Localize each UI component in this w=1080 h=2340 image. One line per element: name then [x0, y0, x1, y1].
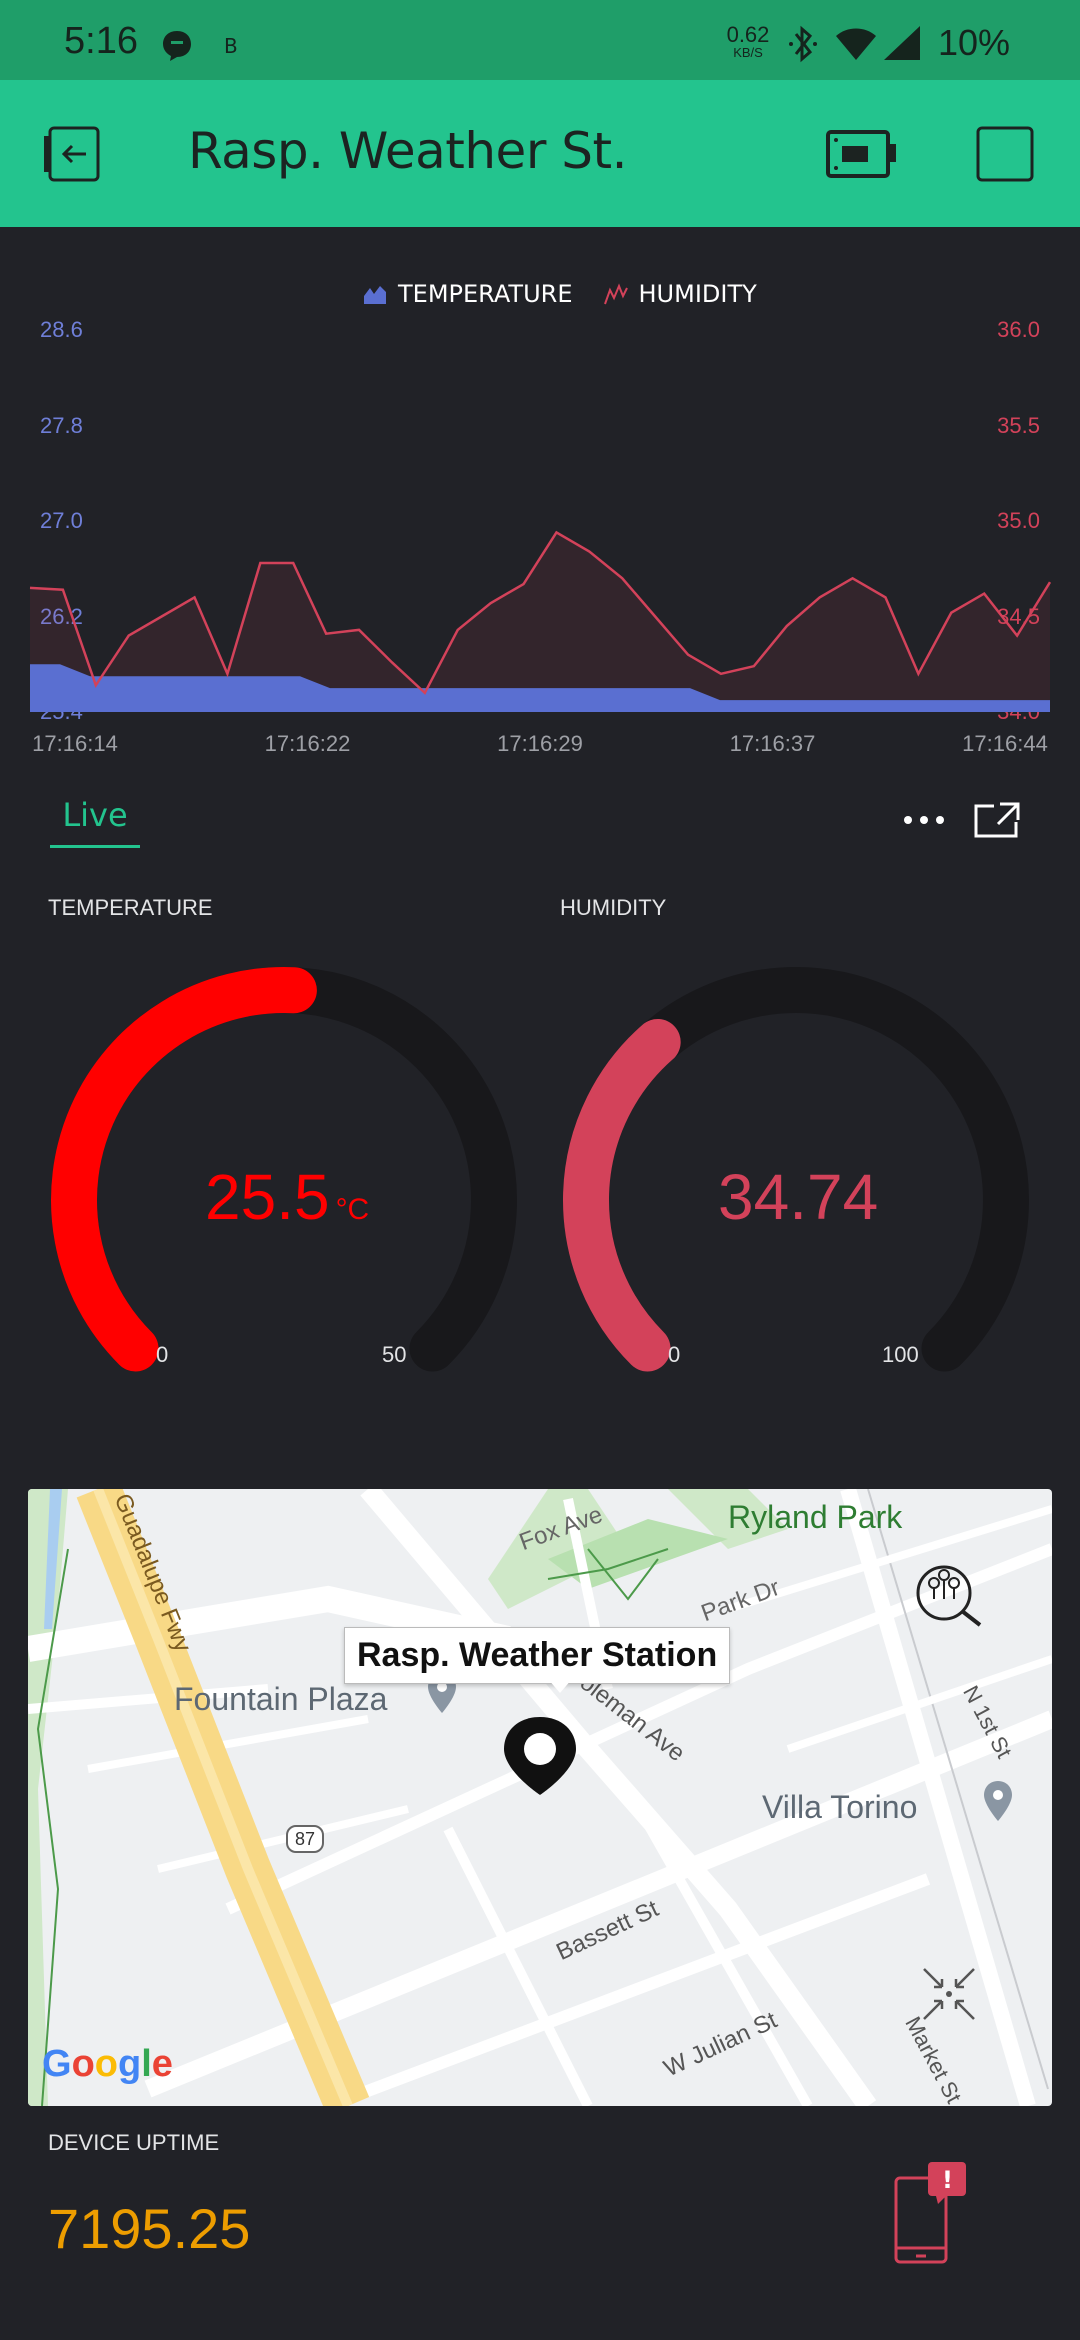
svg-text:!: ! — [942, 2166, 953, 2194]
cell-signal-icon — [884, 26, 920, 60]
chat-bubble-icon — [163, 31, 191, 61]
open-external-icon[interactable] — [972, 800, 1022, 840]
map-label-fountain-plaza: Fountain Plaza — [174, 1681, 388, 1717]
phone-notification-icon[interactable]: ! — [890, 2160, 970, 2270]
battery-level: 10% — [938, 22, 1011, 63]
svg-text:B: B — [224, 34, 238, 58]
route-87-shield: 87 — [286, 1825, 324, 1853]
map-label-ryland-park: Ryland Park — [728, 1499, 903, 1535]
status-bar: 5:16 B 0.62 KB/S 10% — [0, 0, 1080, 80]
square-icon[interactable] — [974, 124, 1038, 184]
uptime-value: 7195.25 — [48, 2197, 251, 2260]
more-options-icon[interactable] — [900, 805, 948, 835]
temperature-value: 25.5 °C — [205, 1161, 370, 1233]
app-bar: Rasp. Weather St. — [0, 80, 1080, 227]
humidity-gauge-title: HUMIDITY — [560, 895, 667, 920]
uptime-label: DEVICE UPTIME — [48, 2130, 220, 2155]
poi-pin-icon — [984, 1781, 1012, 1821]
map-widget[interactable]: Ryland Park Fox Ave Park Dr Guadalupe Fw… — [28, 1489, 1052, 2106]
line-area-chart[interactable] — [0, 270, 1080, 770]
map-label-villa-torino: Villa Torino — [762, 1789, 918, 1825]
humidity-min: 0 — [668, 1342, 681, 1367]
b-notification-icon: B — [224, 34, 238, 58]
humidity-gauge-fill — [563, 1018, 681, 1372]
status-time: 5:16 — [64, 20, 138, 62]
tab-live-underline — [50, 845, 140, 848]
bluetooth-icon — [789, 25, 817, 63]
map-popup[interactable]: Rasp. Weather Station — [344, 1627, 731, 1684]
tab-live-label: Live — [62, 796, 128, 834]
google-logo: Google — [42, 2043, 173, 2085]
popup-pointer — [548, 1679, 572, 1693]
location-marker-icon[interactable] — [500, 1715, 580, 1797]
exit-icon[interactable] — [40, 122, 106, 186]
humidity-max: 100 — [882, 1342, 919, 1367]
temperature-max: 50 — [382, 1342, 407, 1367]
temperature-min: 0 — [156, 1342, 169, 1367]
zoom-to-fit-icon[interactable] — [914, 1959, 984, 2029]
wifi-icon — [836, 28, 876, 60]
temperature-gauge-title: TEMPERATURE — [48, 895, 213, 920]
network-speed: 0.62 KB/S — [726, 22, 770, 60]
humidity-value: 34.74 — [718, 1161, 879, 1233]
device-board-icon[interactable] — [824, 124, 900, 184]
temperature-unit: °C — [335, 1193, 370, 1226]
tab-live[interactable]: Live — [50, 796, 140, 848]
location-search-icon[interactable] — [908, 1559, 988, 1629]
page-title: Rasp. Weather St. — [188, 122, 628, 180]
